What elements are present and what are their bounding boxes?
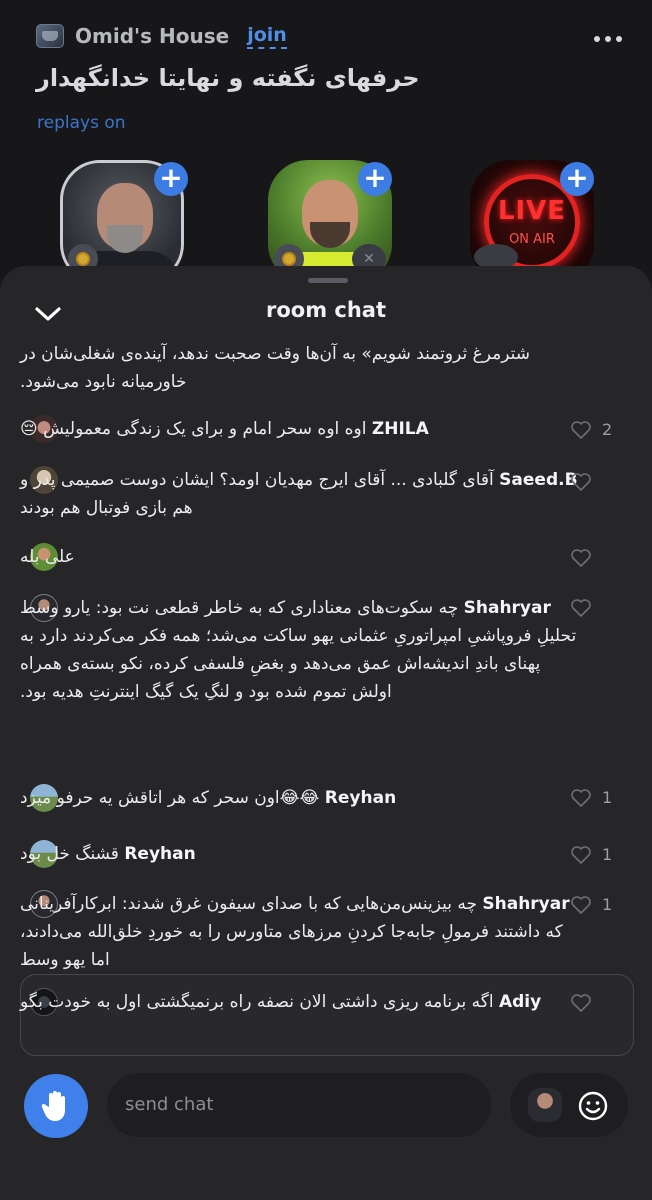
raise-hand-button[interactable] <box>24 1074 88 1138</box>
live-text: LIVE <box>497 196 567 226</box>
message-text: آقای گلبادی ... آقای ایرج مهدیان اومد؟ ا… <box>20 470 494 518</box>
heart-icon[interactable] <box>570 895 592 915</box>
message-username[interactable]: Adiy <box>499 992 541 1012</box>
sheet-drag-handle[interactable] <box>308 278 348 283</box>
heart-icon[interactable] <box>570 548 592 568</box>
more-options-icon[interactable] <box>594 36 622 44</box>
chat-message: Reyhan قشنگ خل بود <box>20 840 580 868</box>
message-username[interactable]: ZHILA <box>372 419 429 439</box>
heart-icon[interactable] <box>570 420 592 440</box>
room-title: حرفهای نگفته و نهایتا خدانگهدار <box>36 64 420 92</box>
message-text: شترمرغ ثروتمند شویم» به آن‌ها وقت صحبت ن… <box>20 344 530 392</box>
like-count: 1 <box>602 845 613 864</box>
replays-label: replays on <box>37 113 126 133</box>
join-button[interactable]: join <box>247 23 287 49</box>
message-username[interactable]: Shahryar <box>482 894 569 914</box>
heart-icon[interactable] <box>570 598 592 618</box>
message-username[interactable]: Reyhan <box>124 844 195 864</box>
like-count: 2 <box>602 420 613 439</box>
chat-message: ZHILA اوه اوه سحر امام و برای یک زندگی م… <box>20 415 580 443</box>
heart-icon[interactable] <box>570 993 592 1013</box>
message-text: 😂😂اون سحر که هر اتاقش یه حرفو میزد <box>20 788 320 808</box>
message-username[interactable]: Saeed.B <box>499 470 577 490</box>
chat-message: شترمرغ ثروتمند شویم» به آن‌ها وقت صحبت ن… <box>20 340 580 396</box>
message-username[interactable]: Reyhan <box>325 788 396 808</box>
like-count: 1 <box>602 788 613 807</box>
chat-message: Reyhan 😂😂اون سحر که هر اتاقش یه حرفو میز… <box>20 784 580 812</box>
message-text: اوه اوه سحر امام و برای یک زندگی معمولیش… <box>20 419 367 439</box>
message-text: قشنگ خل بود <box>20 844 119 864</box>
send-chat-input[interactable]: send chat <box>107 1073 491 1137</box>
add-speaker-2-button[interactable]: + <box>358 162 392 196</box>
heart-icon[interactable] <box>570 472 592 492</box>
hand-icon <box>41 1091 65 1121</box>
heart-icon[interactable] <box>570 845 592 865</box>
my-avatar[interactable] <box>528 1088 562 1122</box>
chat-message: Shahryar چه بیزینس‌من‌هایی که با صدای سی… <box>20 890 580 972</box>
like-count: 1 <box>602 895 613 914</box>
club-name[interactable]: Omid's House <box>75 24 229 48</box>
club-logo[interactable] <box>36 24 64 48</box>
heart-icon[interactable] <box>570 788 592 808</box>
chat-message: Shahryar چه سکوت‌های معناداری که به خاطر… <box>20 594 580 706</box>
chat-message: Adiy اگه برنامه ریزی داشتی الان نصفه راه… <box>20 988 580 1016</box>
sheet-title: room chat <box>265 298 386 322</box>
emoji-icon[interactable] <box>577 1090 609 1122</box>
add-speaker-3-button[interactable]: + <box>560 162 594 196</box>
chat-message: Saeed.B آقای گلبادی ... آقای ایرج مهدیان… <box>20 466 580 522</box>
club-row: Omid's House join <box>36 22 287 50</box>
message-text: علی بله <box>20 547 75 567</box>
add-speaker-1-button[interactable]: + <box>154 162 188 196</box>
chat-message: علی بله <box>20 543 580 571</box>
message-text: اگه برنامه ریزی داشتی الان نصفه راه برنم… <box>20 992 494 1012</box>
message-username[interactable]: Shahryar <box>464 598 551 618</box>
chat-sheet <box>0 266 652 1200</box>
